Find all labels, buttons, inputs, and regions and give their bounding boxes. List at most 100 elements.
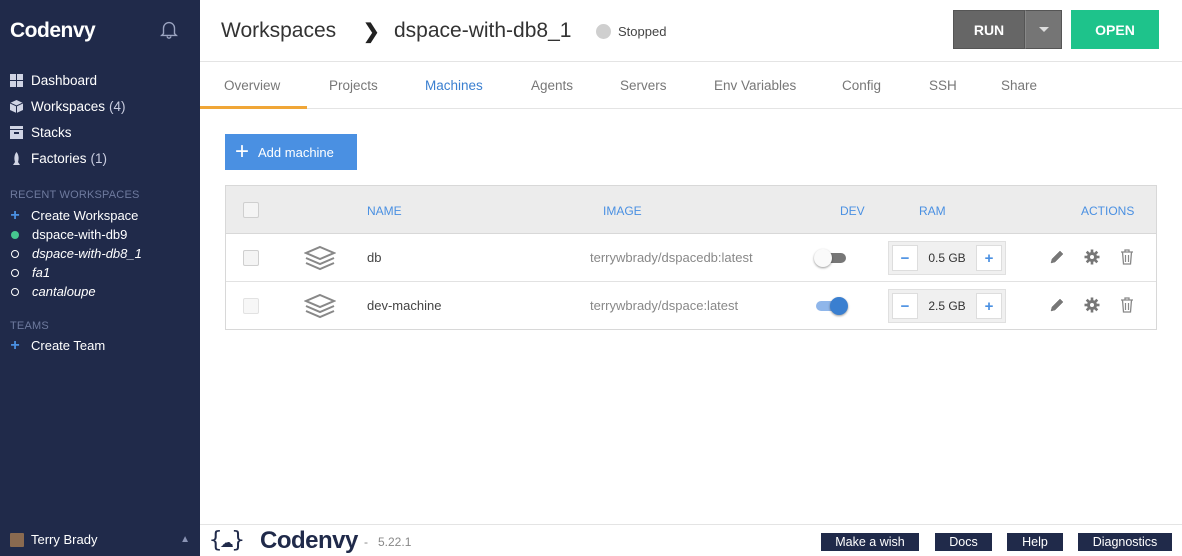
docs-button[interactable]: Docs — [935, 533, 992, 551]
status-dot-icon — [596, 24, 611, 39]
recent-workspaces: + Create Workspace dspace-with-db9 dspac… — [10, 206, 142, 301]
rocket-icon — [10, 151, 23, 165]
stopped-status-icon — [11, 287, 19, 296]
cube-icon — [10, 99, 23, 113]
page-header: Workspaces ❯ dspace-with-db8_1 Stopped R… — [200, 0, 1182, 62]
brand-logo[interactable]: Codenvy — [10, 19, 96, 43]
workspace-count: (4) — [109, 98, 126, 114]
sidebar-item-label: Factories — [31, 150, 87, 166]
pencil-icon[interactable] — [1048, 296, 1066, 314]
recent-workspace-item[interactable]: dspace-with-db9 — [10, 225, 142, 244]
row-checkbox[interactable] — [243, 298, 259, 314]
decrease-ram-button[interactable]: − — [892, 245, 918, 271]
active-tab-underline — [200, 106, 307, 109]
avatar — [10, 532, 24, 547]
status-badge: Stopped — [596, 24, 666, 39]
codenvy-cloud-icon: {☁} — [209, 528, 245, 553]
sidebar-item-label: Workspaces — [31, 98, 106, 114]
create-workspace-link[interactable]: + Create Workspace — [10, 206, 142, 225]
tab-overview[interactable]: Overview — [224, 78, 280, 93]
pencil-icon[interactable] — [1048, 248, 1066, 266]
create-team-link[interactable]: + Create Team — [10, 336, 105, 355]
tab-projects[interactable]: Projects — [329, 78, 378, 93]
user-name: Terry Brady — [31, 532, 98, 547]
ram-stepper: − 2.5 GB + — [888, 289, 1006, 323]
open-button[interactable]: OPEN — [1071, 10, 1159, 49]
column-header-name[interactable]: NAME — [367, 204, 402, 218]
stopped-status-icon — [11, 249, 19, 258]
breadcrumb-workspaces[interactable]: Workspaces — [221, 19, 336, 43]
page-title: dspace-with-db8_1 — [394, 19, 572, 42]
gear-icon[interactable] — [1083, 248, 1101, 266]
create-workspace-label: Create Workspace — [31, 208, 139, 223]
version-label: - 5.22.1 — [364, 535, 412, 549]
app: Codenvy Dashboard Workspaces (4) Stacks … — [0, 0, 1182, 556]
add-machine-button[interactable]: + Add machine — [225, 134, 357, 170]
help-button[interactable]: Help — [1007, 533, 1063, 551]
teams-section: + Create Team — [10, 336, 105, 355]
run-button[interactable]: RUN — [953, 10, 1025, 49]
decrease-ram-button[interactable]: − — [892, 293, 918, 319]
tab-machines[interactable]: Machines — [425, 78, 483, 93]
recent-workspace-item[interactable]: cantaloupe — [10, 282, 142, 301]
increase-ram-button[interactable]: + — [975, 293, 1002, 319]
recent-workspace-item[interactable]: fa1 — [10, 263, 142, 282]
column-header-image[interactable]: IMAGE — [603, 204, 642, 218]
machine-image: terrywbrady/dspacedb:latest — [590, 250, 753, 265]
dev-toggle[interactable] — [814, 297, 848, 315]
tab-share[interactable]: Share — [1001, 78, 1037, 93]
sidebar-item-stacks[interactable]: Stacks — [10, 119, 126, 145]
tab-ssh[interactable]: SSH — [929, 78, 957, 93]
status-label: Stopped — [618, 24, 667, 39]
recent-workspace-item[interactable]: dspace-with-db8_1 — [10, 244, 142, 263]
factory-count: (1) — [90, 150, 108, 166]
machine-image: terrywbrady/dspace:latest — [590, 298, 739, 313]
table-header: NAME IMAGE DEV RAM ACTIONS — [226, 186, 1156, 234]
sidebar-nav: Dashboard Workspaces (4) Stacks Factorie… — [10, 67, 126, 171]
caret-down-icon — [1038, 27, 1049, 32]
stacks-icon — [10, 125, 23, 139]
tab-config[interactable]: Config — [842, 78, 881, 93]
ram-value: 2.5 GB — [928, 299, 966, 313]
tab-env-variables[interactable]: Env Variables — [714, 78, 796, 93]
run-dropdown-button[interactable] — [1025, 10, 1062, 49]
row-checkbox[interactable] — [243, 250, 259, 266]
version-number: 5.22.1 — [378, 535, 412, 549]
table-row: dev-machine terrywbrady/dspace:latest − … — [226, 282, 1156, 330]
create-team-label: Create Team — [31, 338, 106, 353]
layers-icon — [304, 245, 336, 271]
dev-toggle[interactable] — [814, 249, 848, 267]
user-menu[interactable]: Terry Brady ▲ — [10, 532, 190, 547]
trash-icon[interactable] — [1118, 248, 1136, 266]
diagnostics-button[interactable]: Diagnostics — [1078, 533, 1172, 551]
sidebar-item-factories[interactable]: Factories (1) — [10, 145, 126, 171]
sidebar: Codenvy Dashboard Workspaces (4) Stacks … — [0, 0, 200, 556]
teams-title: TEAMS — [10, 320, 49, 332]
footer: {☁} Codenvy - 5.22.1 Make a wish Docs He… — [200, 524, 1182, 556]
tab-agents[interactable]: Agents — [531, 78, 573, 93]
chevron-up-icon: ▲ — [180, 534, 190, 545]
sidebar-item-workspaces[interactable]: Workspaces (4) — [10, 93, 126, 119]
plus-icon: + — [235, 138, 250, 165]
bell-icon[interactable] — [158, 18, 180, 40]
trash-icon[interactable] — [1118, 296, 1136, 314]
machine-name: db — [367, 250, 382, 265]
column-header-dev[interactable]: DEV — [840, 204, 865, 218]
footer-brand: Codenvy — [260, 527, 358, 554]
tab-servers[interactable]: Servers — [620, 78, 667, 93]
column-header-actions: ACTIONS — [1081, 204, 1135, 218]
ram-stepper: − 0.5 GB + — [888, 241, 1006, 275]
plus-icon: + — [10, 206, 20, 224]
recent-workspace-label: dspace-with-db9 — [32, 227, 128, 242]
select-all-checkbox[interactable] — [243, 202, 259, 218]
column-header-ram[interactable]: RAM — [919, 204, 946, 218]
make-a-wish-button[interactable]: Make a wish — [821, 533, 919, 551]
sidebar-item-dashboard[interactable]: Dashboard — [10, 67, 126, 93]
increase-ram-button[interactable]: + — [975, 245, 1002, 271]
gear-icon[interactable] — [1083, 296, 1101, 314]
recent-workspace-label: dspace-with-db8_1 — [32, 246, 142, 261]
chevron-right-icon: ❯ — [363, 21, 380, 43]
layers-icon — [304, 293, 336, 319]
add-machine-label: Add machine — [258, 144, 334, 160]
machine-name: dev-machine — [367, 298, 442, 313]
